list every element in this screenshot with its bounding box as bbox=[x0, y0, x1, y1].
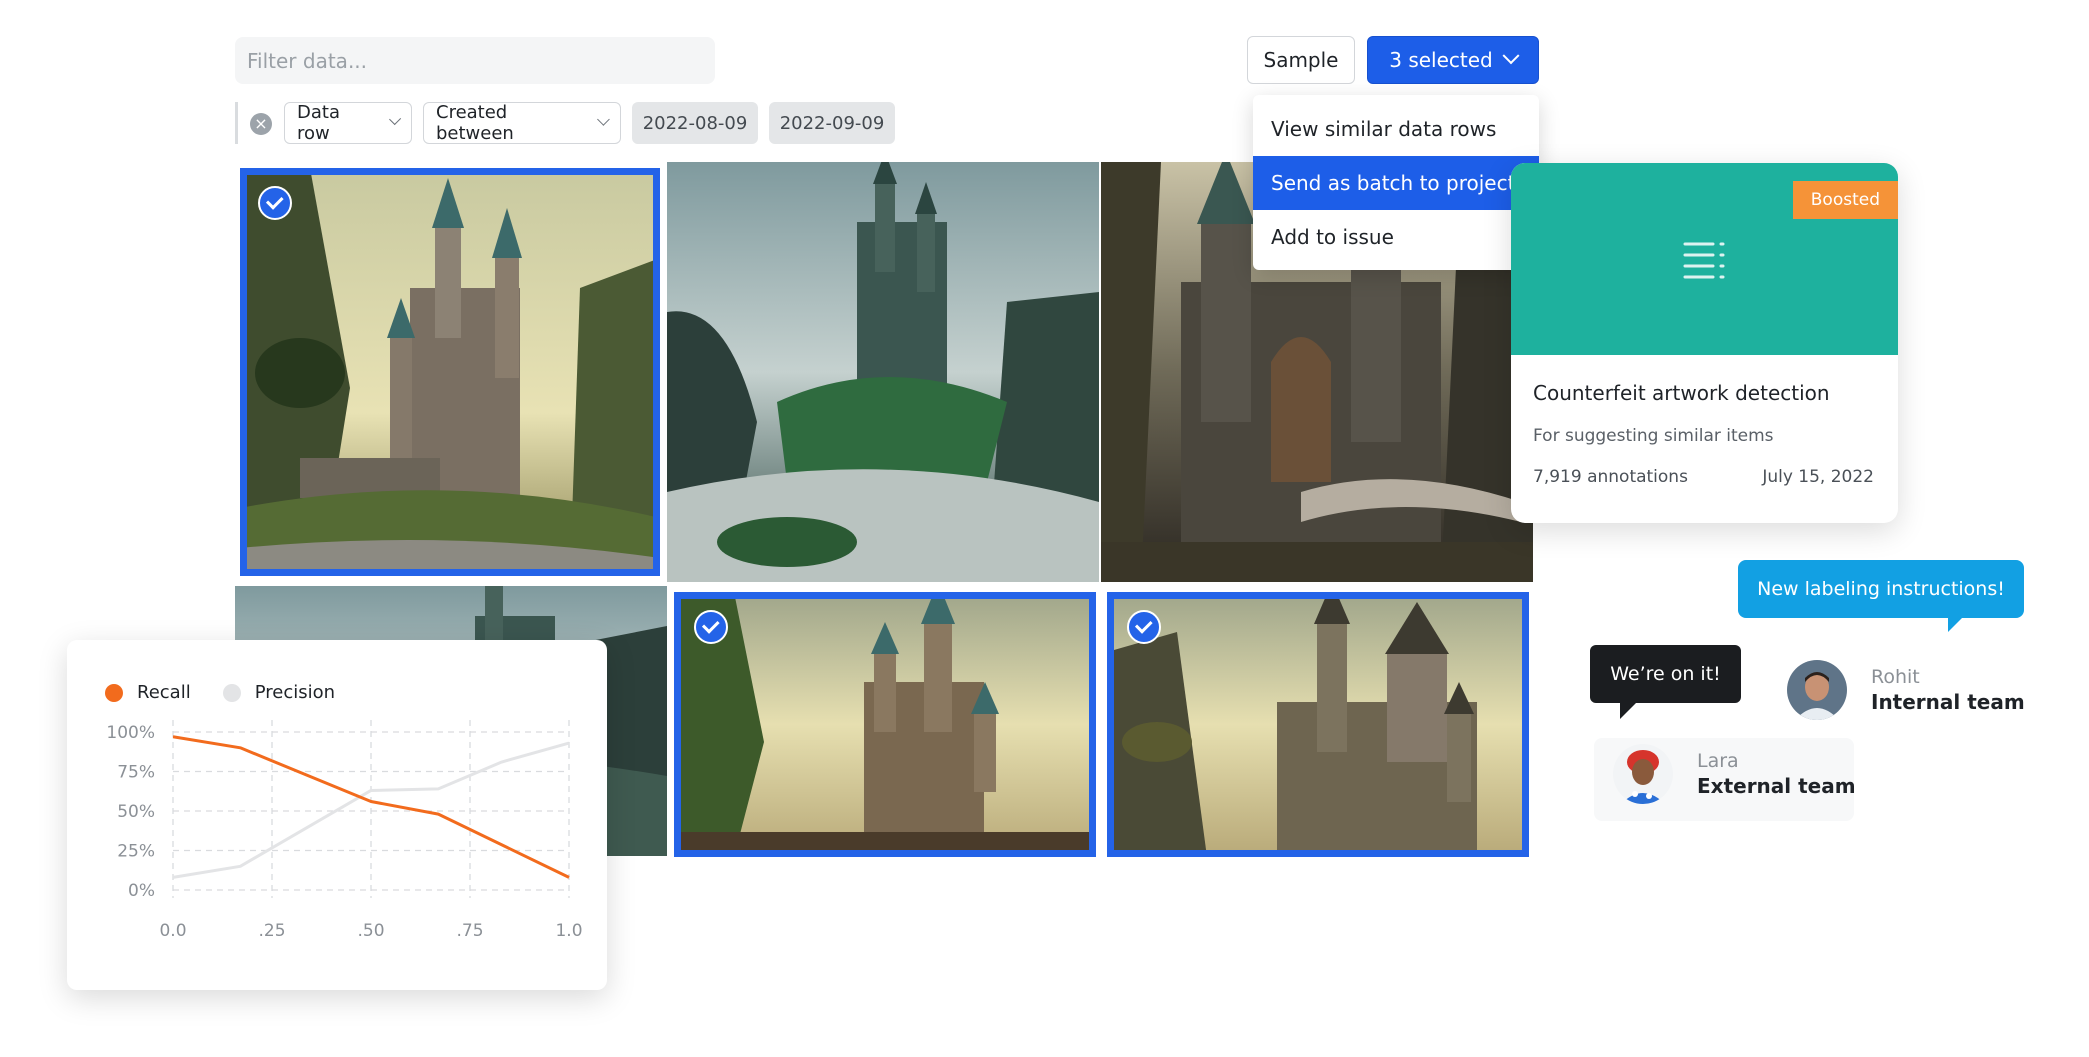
field-select-label: Data row bbox=[297, 102, 340, 144]
legend-recall-marker bbox=[105, 683, 123, 702]
selection-actions-menu: View similar data rows Send as batch to … bbox=[1253, 95, 1539, 270]
legend-precision-marker bbox=[222, 683, 241, 702]
project-card[interactable]: Boosted Counterfeit artwork detection Fo… bbox=[1511, 163, 1898, 523]
chat-message-instructions: New labeling instructions! bbox=[1738, 560, 2024, 632]
menu-item-add-to-issue[interactable]: Add to issue bbox=[1253, 210, 1539, 264]
chevron-down-icon bbox=[1502, 47, 1520, 65]
castle-image-6[interactable] bbox=[1107, 592, 1529, 857]
chat-message-text: New labeling instructions! bbox=[1757, 578, 2005, 600]
project-card-header: Boosted bbox=[1511, 163, 1898, 355]
user-lara: Lara External team bbox=[1613, 744, 1856, 804]
legend-recall-label: Recall bbox=[137, 682, 191, 703]
date-from-label: 2022-08-09 bbox=[642, 112, 748, 134]
user-team: External team bbox=[1697, 774, 1856, 798]
menu-item-label: Send as batch to project bbox=[1271, 171, 1516, 195]
user-name: Rohit bbox=[1871, 666, 1920, 688]
user-rohit: Rohit Internal team bbox=[1787, 660, 2025, 720]
operator-select[interactable]: Created between bbox=[423, 102, 621, 144]
x-tick-label: .25 bbox=[258, 921, 285, 941]
avatar bbox=[1613, 744, 1673, 804]
x-tick-label: 0.0 bbox=[159, 921, 186, 941]
menu-item-label: View similar data rows bbox=[1271, 117, 1497, 141]
date-to-chip[interactable]: 2022-09-09 bbox=[769, 102, 895, 144]
chat-message-reply: We’re on it! bbox=[1590, 645, 1741, 719]
y-tick-label: 0% bbox=[128, 881, 155, 901]
x-tick-label: .50 bbox=[357, 921, 384, 941]
x-tick-label: .75 bbox=[456, 921, 483, 941]
annotation-count: 7,919 annotations bbox=[1533, 467, 1688, 487]
clear-filter-icon[interactable]: × bbox=[250, 113, 272, 135]
user-team: Internal team bbox=[1871, 690, 2025, 714]
selected-check-icon[interactable] bbox=[258, 186, 292, 220]
operator-select-label: Created between bbox=[436, 102, 514, 144]
date-to-label: 2022-09-09 bbox=[779, 112, 885, 134]
boosted-badge: Boosted bbox=[1792, 181, 1898, 219]
y-tick-label: 100% bbox=[106, 723, 155, 743]
castle-image-1[interactable] bbox=[240, 168, 660, 576]
filter-row-divider bbox=[235, 102, 238, 144]
selected-check-icon[interactable] bbox=[1127, 610, 1161, 644]
avatar bbox=[1787, 660, 1847, 720]
y-tick-label: 25% bbox=[117, 842, 155, 862]
project-date: July 15, 2022 bbox=[1762, 467, 1874, 487]
project-subtitle: For suggesting similar items bbox=[1533, 426, 1774, 446]
x-tick-label: 1.0 bbox=[555, 921, 582, 941]
selected-dropdown-button[interactable]: 3 selected bbox=[1367, 36, 1539, 84]
menu-item-send-batch[interactable]: Send as batch to project bbox=[1253, 156, 1539, 210]
castle-image-5[interactable] bbox=[674, 592, 1096, 857]
field-select[interactable]: Data row bbox=[284, 102, 412, 144]
project-title: Counterfeit artwork detection bbox=[1533, 381, 1830, 405]
user-name: Lara bbox=[1697, 750, 1739, 772]
chart-legend: Recall Precision bbox=[105, 682, 335, 703]
y-tick-label: 50% bbox=[117, 802, 155, 822]
recall-precision-chart: 100% 75% 50% 25% 0% 0.0 .25 .50 .75 1.0 Recall Pr… bbox=[67, 640, 607, 990]
chevron-down-icon bbox=[597, 112, 610, 125]
filter-input[interactable] bbox=[235, 37, 715, 84]
menu-item-view-similar[interactable]: View similar data rows bbox=[1253, 102, 1539, 156]
chevron-down-icon bbox=[388, 112, 401, 125]
selected-check-icon[interactable] bbox=[694, 610, 728, 644]
y-tick-label: 75% bbox=[117, 763, 155, 783]
sample-button-label: Sample bbox=[1263, 48, 1339, 72]
legend-precision-label: Precision bbox=[254, 682, 336, 703]
sample-button[interactable]: Sample bbox=[1247, 36, 1355, 84]
date-from-chip[interactable]: 2022-08-09 bbox=[632, 102, 758, 144]
castle-image-2[interactable] bbox=[667, 162, 1099, 582]
selected-count-label: 3 selected bbox=[1389, 48, 1493, 72]
menu-item-label: Add to issue bbox=[1271, 225, 1394, 249]
list-icon bbox=[1683, 242, 1725, 279]
chat-message-text: We’re on it! bbox=[1610, 663, 1721, 685]
